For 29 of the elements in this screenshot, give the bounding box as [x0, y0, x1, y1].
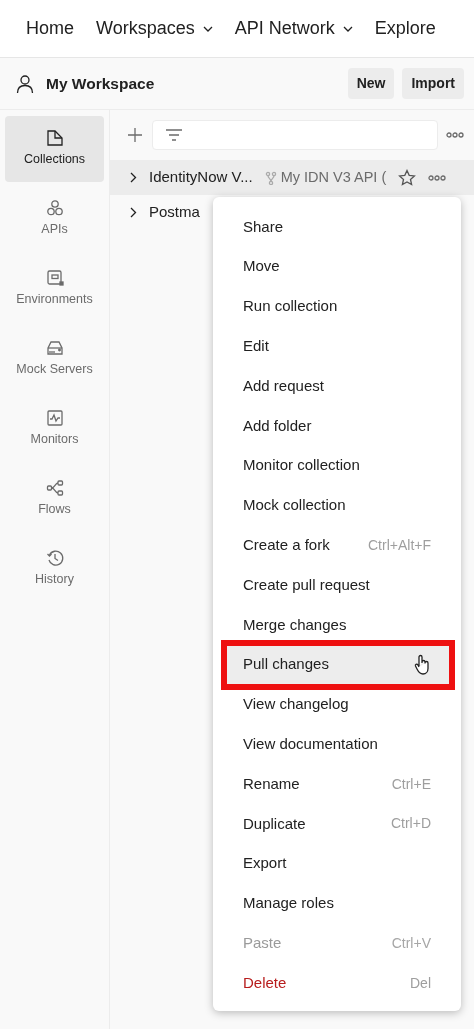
menu-item-label: Add folder: [243, 415, 312, 436]
shortcut-label: Ctrl+Alt+F: [368, 535, 431, 555]
collection-name: Postma: [149, 202, 200, 223]
menu-item-label: Merge changes: [243, 614, 347, 635]
menu-item-label: Monitor collection: [243, 455, 360, 476]
menu-item-label: Paste: [243, 933, 282, 953]
menu-item-label: Share: [243, 216, 284, 237]
menu-item-label: View documentation: [243, 734, 378, 754]
menu-item-label: Export: [243, 853, 287, 874]
menu-item-label: Pull changes: [243, 654, 329, 675]
menu-item-label: View changelog: [243, 694, 349, 715]
workspace-title: My Workspace: [46, 73, 156, 94]
menu-item-label: Run collection: [243, 296, 338, 317]
shortcut-label: Ctrl+E: [391, 774, 431, 794]
menu-item-label: Edit: [243, 336, 269, 357]
menu-item-label: Duplicate: [243, 813, 306, 834]
menu-item-label: Move: [243, 256, 280, 277]
shortcut-label: Ctrl+V: [391, 933, 431, 953]
shortcut-label: Ctrl+D: [390, 814, 431, 834]
menu-item-label: Create a fork: [243, 535, 330, 555]
collection-name: IdentityNow V...: [149, 167, 253, 188]
menu-item-label: Rename: [243, 773, 300, 794]
menu-item-label: Create pull request: [243, 574, 370, 595]
menu-item-label: Manage roles: [243, 893, 334, 914]
menu-item-label: Delete: [243, 972, 287, 993]
shortcut-label: Del: [410, 973, 431, 993]
menu-item-label: Add request: [243, 375, 324, 396]
fork-label: My IDN V3 API (: [280, 167, 387, 187]
menu-item-label: Mock collection: [243, 495, 346, 516]
